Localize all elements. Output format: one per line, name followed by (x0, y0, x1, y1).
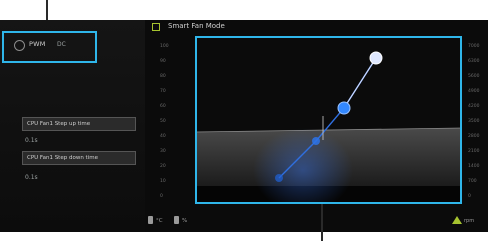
y-tick-left: 40 (160, 134, 166, 139)
y-tick-left: 70 (160, 89, 166, 94)
step-up-time-button[interactable]: CPU Fan1 Step up time (22, 117, 136, 131)
step-down-time-value[interactable]: 0.1s (25, 174, 38, 181)
y-tick-left: 50 (160, 119, 166, 124)
graph-icon (152, 23, 160, 31)
y-tick-right: 2800 (468, 134, 480, 139)
y-tick-right: 4200 (468, 104, 480, 109)
y-tick-left: 60 (160, 104, 166, 109)
rpm-unit-label: rpm (464, 218, 475, 224)
mode-callout-highlight (2, 31, 97, 63)
y-tick-right: 7000 (468, 44, 480, 49)
y-tick-right: 0 (468, 194, 471, 199)
y-tick-left: 10 (160, 179, 166, 184)
y-tick-left: 0 (160, 194, 163, 199)
y-tick-right: 1400 (468, 164, 480, 169)
temperature-legend-icon (148, 216, 153, 224)
y-tick-right: 6300 (468, 59, 480, 64)
graph-title: Smart Fan Mode (168, 22, 225, 30)
y-tick-right: 2100 (468, 149, 480, 154)
y-tick-left: 20 (160, 164, 166, 169)
step-up-time-value[interactable]: 0.1s (25, 137, 38, 144)
y-tick-left: 90 (160, 59, 166, 64)
callout-pointer-bottom (321, 204, 323, 241)
y-tick-right: 5600 (468, 74, 480, 79)
y-tick-right: 4900 (468, 89, 480, 94)
graph-callout-highlight (195, 36, 462, 204)
legend-label-temperature: °C (156, 218, 163, 224)
graph-header: Smart Fan Mode (150, 20, 488, 34)
y-tick-left: 80 (160, 74, 166, 79)
fan-legend-icon (174, 216, 179, 224)
step-down-time-button[interactable]: CPU Fan1 Step down time (22, 151, 136, 165)
y-tick-right: 700 (468, 179, 477, 184)
logo-icon (452, 216, 462, 224)
y-tick-left: 100 (160, 44, 169, 49)
y-tick-left: 30 (160, 149, 166, 154)
legend-label-percent: % (182, 218, 188, 224)
y-tick-right: 3500 (468, 119, 480, 124)
